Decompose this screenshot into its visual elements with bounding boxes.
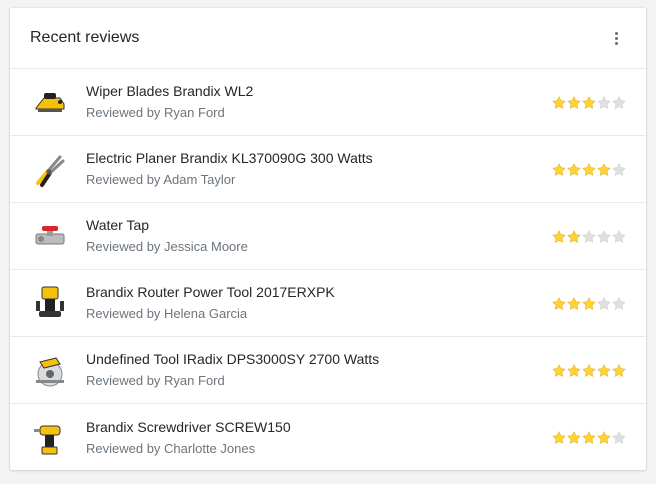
reviewer-name: Reviewed by Adam Taylor (86, 172, 236, 187)
review-item: Wiper Blades Brandix WL2 Reviewed by Rya… (10, 69, 646, 136)
card-header: Recent reviews (10, 8, 646, 69)
review-item: Brandix Screwdriver SCREW150 Reviewed by… (10, 404, 646, 471)
star-filled-icon (582, 363, 596, 377)
drill-icon[interactable] (30, 418, 70, 458)
review-info: Water Tap Reviewed by Jessica Moore (86, 216, 540, 256)
star-rating (552, 431, 626, 444)
reviewer-name: Reviewed by Ryan Ford (86, 373, 225, 388)
star-empty-icon (612, 431, 626, 444)
planer-icon[interactable] (30, 82, 70, 122)
star-filled-icon (552, 296, 566, 310)
star-rating (552, 162, 626, 176)
star-rating (552, 229, 626, 243)
review-info: Brandix Screwdriver SCREW150 Reviewed by… (86, 418, 540, 458)
star-empty-icon (597, 95, 611, 109)
star-filled-icon (552, 431, 566, 444)
star-empty-icon (582, 229, 596, 243)
star-filled-icon (582, 296, 596, 310)
recent-reviews-card: Recent reviews Wiper Blades Brandix WL2 … (10, 8, 646, 470)
star-empty-icon (612, 95, 626, 109)
star-empty-icon (612, 296, 626, 310)
star-filled-icon (567, 363, 581, 377)
star-empty-icon (612, 229, 626, 243)
star-filled-icon (552, 95, 566, 109)
product-name[interactable]: Electric Planer Brandix KL370090G 300 Wa… (86, 149, 540, 167)
star-empty-icon (612, 162, 626, 176)
star-filled-icon (552, 162, 566, 176)
reviewer-name: Reviewed by Charlotte Jones (86, 440, 256, 456)
star-filled-icon (567, 229, 581, 243)
product-name[interactable]: Wiper Blades Brandix WL2 (86, 82, 540, 100)
star-rating (552, 95, 626, 109)
star-rating (552, 296, 626, 310)
star-filled-icon (552, 363, 566, 377)
star-filled-icon (552, 229, 566, 243)
pliers-icon[interactable] (30, 149, 70, 189)
star-filled-icon (567, 162, 581, 176)
review-info: Electric Planer Brandix KL370090G 300 Wa… (86, 149, 540, 189)
reviewer-name: Reviewed by Helena Garcia (86, 306, 248, 321)
star-filled-icon (567, 296, 581, 310)
valve-icon[interactable] (30, 216, 70, 256)
star-empty-icon (597, 229, 611, 243)
star-filled-icon (567, 95, 581, 109)
review-item: Brandix Router Power Tool 2017ERXPK Revi… (10, 270, 646, 337)
router-icon[interactable] (30, 283, 70, 323)
star-filled-icon (597, 162, 611, 176)
star-filled-icon (597, 431, 611, 444)
review-info: Wiper Blades Brandix WL2 Reviewed by Rya… (86, 82, 540, 122)
circular-saw-icon[interactable] (30, 350, 70, 390)
card-title: Recent reviews (30, 29, 140, 46)
reviewer-name: Reviewed by Ryan Ford (86, 105, 225, 120)
product-name[interactable]: Water Tap (86, 216, 540, 234)
star-filled-icon (582, 431, 596, 444)
reviewer-name: Reviewed by Jessica Moore (86, 239, 248, 254)
star-filled-icon (597, 363, 611, 377)
star-filled-icon (567, 431, 581, 444)
review-info: Brandix Router Power Tool 2017ERXPK Revi… (86, 283, 540, 323)
product-name[interactable]: Brandix Screwdriver SCREW150 (86, 418, 540, 436)
more-vertical-icon[interactable] (606, 24, 626, 52)
star-filled-icon (612, 363, 626, 377)
review-item: Electric Planer Brandix KL370090G 300 Wa… (10, 136, 646, 203)
reviews-list: Wiper Blades Brandix WL2 Reviewed by Rya… (10, 69, 646, 471)
star-filled-icon (582, 162, 596, 176)
product-name[interactable]: Brandix Router Power Tool 2017ERXPK (86, 283, 540, 301)
review-item: Undefined Tool IRadix DPS3000SY 2700 Wat… (10, 337, 646, 404)
star-empty-icon (597, 296, 611, 310)
product-name[interactable]: Undefined Tool IRadix DPS3000SY 2700 Wat… (86, 350, 540, 368)
star-filled-icon (582, 95, 596, 109)
review-item: Water Tap Reviewed by Jessica Moore (10, 203, 646, 270)
review-info: Undefined Tool IRadix DPS3000SY 2700 Wat… (86, 350, 540, 390)
star-rating (552, 363, 626, 377)
